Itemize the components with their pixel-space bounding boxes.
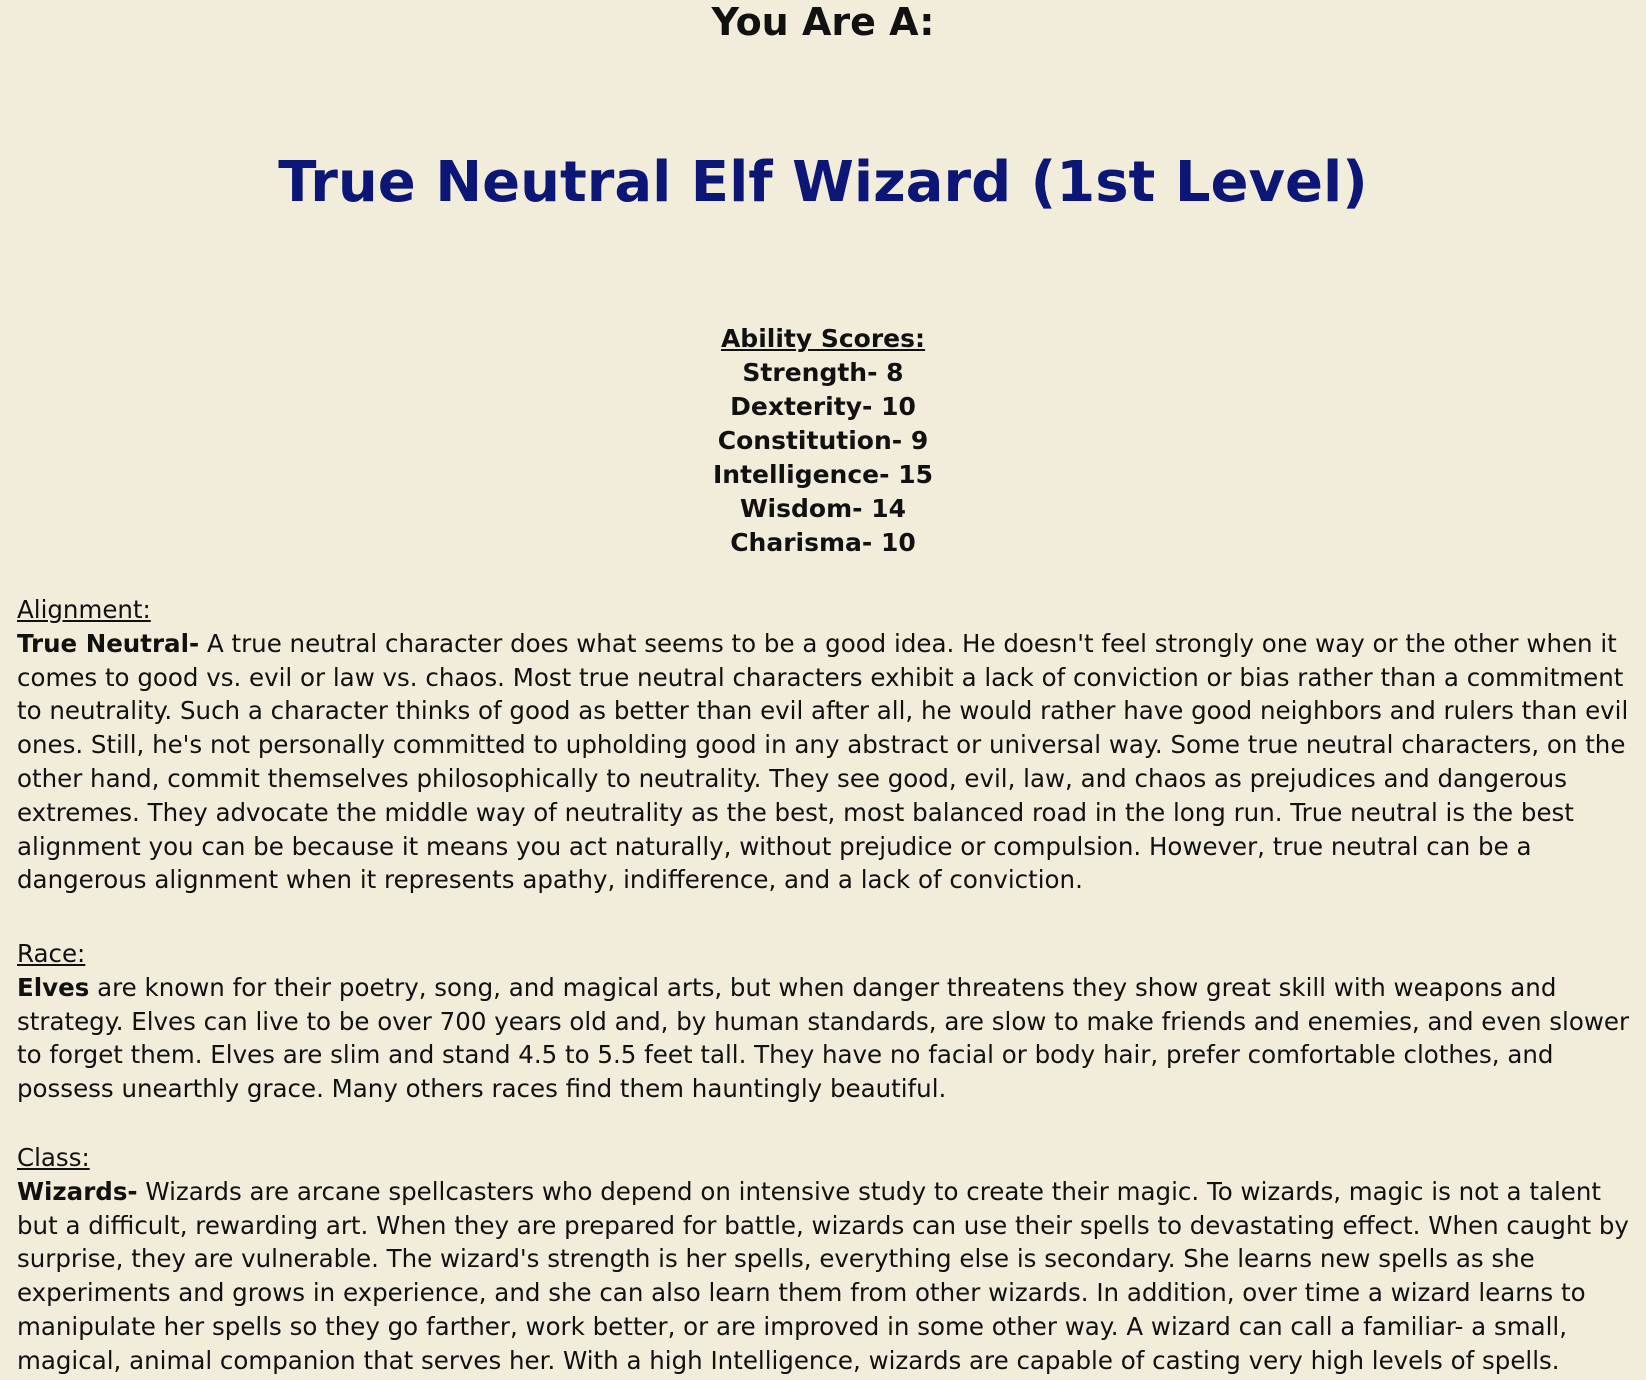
- class-label: Class:: [17, 1143, 90, 1172]
- alignment-description: True Neutral- A true neutral character d…: [17, 627, 1629, 897]
- race-section: Race: Elves are known for their poetry, …: [17, 937, 1629, 1106]
- alignment-label: Alignment:: [17, 595, 151, 624]
- alignment-section: Alignment: True Neutral- A true neutral …: [17, 593, 1629, 897]
- alignment-name: True Neutral-: [17, 628, 200, 658]
- race-text: are known for their poetry, song, and ma…: [17, 972, 1630, 1104]
- race-label: Race:: [17, 939, 86, 968]
- ability-score-dexterity: Dexterity- 10: [730, 392, 916, 421]
- class-name: Wizards-: [17, 1176, 138, 1206]
- ability-scores: Ability Scores: Strength- 8 Dexterity- 1…: [0, 322, 1646, 560]
- ability-score-wisdom: Wisdom- 14: [739, 494, 906, 523]
- result-title: True Neutral Elf Wizard (1st Level): [278, 150, 1368, 215]
- ability-scores-heading: Ability Scores:: [720, 324, 926, 353]
- race-description: Elves are known for their poetry, song, …: [17, 971, 1629, 1106]
- ability-score-charisma: Charisma- 10: [730, 528, 916, 557]
- quiz-result-page: You Are A: True Neutral Elf Wizard (1st …: [0, 0, 1646, 1380]
- class-section: Class: Wizards- Wizards are arcane spell…: [17, 1141, 1629, 1378]
- class-text: Wizards are arcane spellcasters who depe…: [17, 1176, 1629, 1375]
- ability-score-intelligence: Intelligence- 15: [712, 460, 933, 489]
- ability-score-strength: Strength- 8: [742, 358, 904, 387]
- alignment-text: A true neutral character does what seems…: [17, 628, 1629, 895]
- ability-score-constitution: Constitution- 9: [717, 426, 929, 455]
- race-name: Elves: [17, 972, 90, 1002]
- you-are-heading: You Are A:: [711, 0, 935, 44]
- class-description: Wizards- Wizards are arcane spellcasters…: [17, 1175, 1629, 1378]
